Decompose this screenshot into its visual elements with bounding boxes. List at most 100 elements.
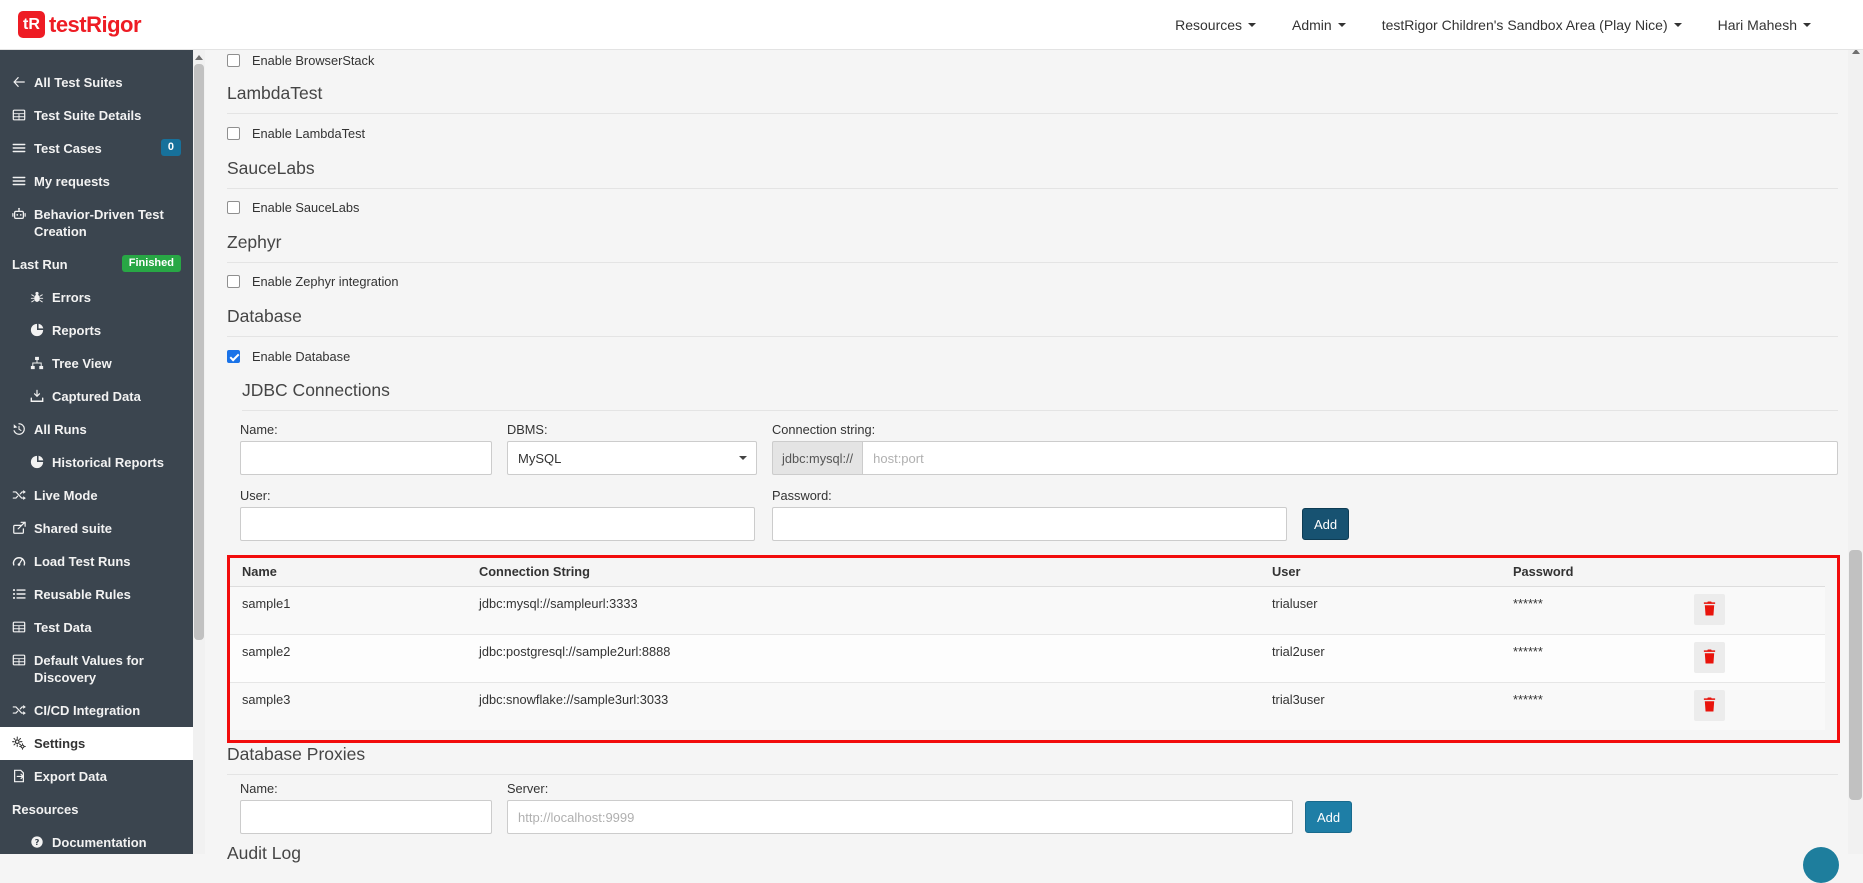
sidebar-item-export-data[interactable]: Export Data: [0, 760, 193, 793]
jdbc-dbms-select[interactable]: MySQL: [507, 441, 757, 475]
nav-resources[interactable]: Resources: [1175, 17, 1256, 33]
sidebar-item-errors[interactable]: Errors: [0, 281, 193, 314]
status-badge: Finished: [122, 255, 181, 272]
proxy-server-input[interactable]: [507, 800, 1293, 834]
content-scrollbar[interactable]: [193, 50, 205, 854]
scroll-up-icon[interactable]: [195, 55, 203, 60]
sidebar-item-test-cases[interactable]: Test Cases0: [0, 132, 193, 165]
nav-admin-label: Admin: [1292, 17, 1332, 33]
chevron-down-icon: [1674, 23, 1682, 27]
cell-connection: jdbc:postgresql://sample2url:8888: [465, 635, 1258, 683]
enable-database-checkbox[interactable]: [227, 350, 240, 363]
jdbc-password-label: Password:: [772, 488, 832, 503]
delete-connection-button[interactable]: [1694, 690, 1725, 721]
sidebar-item-resources[interactable]: Resources: [0, 793, 193, 826]
question-icon: ?: [30, 835, 44, 849]
proxy-add-button[interactable]: Add: [1305, 801, 1352, 833]
table-row: sample1jdbc:mysql://sampleurl:3333trialu…: [228, 587, 1825, 635]
shuffle-icon: [12, 488, 26, 502]
jdbc-add-button[interactable]: Add: [1302, 508, 1349, 540]
sidebar-item-label: Test Data: [34, 619, 92, 636]
robot-icon: [12, 207, 26, 221]
sidebar-item-my-requests[interactable]: My requests: [0, 165, 193, 198]
gears-icon: [12, 736, 26, 750]
history-icon: [12, 422, 26, 436]
nav-user-menu[interactable]: Hari Mahesh: [1718, 17, 1811, 33]
section-heading-jdbc-connections: JDBC Connections: [242, 380, 1838, 411]
section-heading-database-proxies: Database Proxies: [227, 744, 1838, 775]
delete-connection-button[interactable]: [1694, 594, 1725, 625]
sidebar-item-load-test-runs[interactable]: Load Test Runs: [0, 545, 193, 578]
jdbc-name-input[interactable]: [240, 441, 492, 475]
table-row: sample3jdbc:snowflake://sample3url:3033t…: [228, 683, 1825, 731]
proxy-name-label: Name:: [240, 781, 278, 796]
status-badge: 0: [161, 139, 181, 156]
sidebar-item-label: Reusable Rules: [34, 586, 131, 603]
sidebar-item-ci-cd-integration[interactable]: CI/CD Integration: [0, 694, 193, 727]
sidebar-item-last-run[interactable]: Last RunFinished: [0, 248, 193, 281]
window-scrollbar-thumb[interactable]: [1849, 550, 1862, 800]
nav-workspace-label: testRigor Children's Sandbox Area (Play …: [1382, 17, 1668, 33]
column-header-name: Name: [228, 557, 465, 587]
sidebar-item-all-test-suites[interactable]: All Test Suites: [0, 66, 193, 99]
cell-user: trial2user: [1258, 635, 1499, 683]
chevron-down-icon: [739, 456, 747, 460]
sidebar-item-live-mode[interactable]: Live Mode: [0, 479, 193, 512]
proxy-name-input[interactable]: [240, 800, 492, 834]
table-icon: [12, 653, 26, 667]
content-scrollbar-thumb[interactable]: [194, 64, 204, 640]
sidebar-item-historical-reports[interactable]: Historical Reports: [0, 446, 193, 479]
enable-lambdatest-row: Enable LambdaTest: [227, 126, 365, 141]
window-scrollbar[interactable]: [1848, 44, 1863, 854]
sidebar-item-reports[interactable]: Reports: [0, 314, 193, 347]
list-ul-icon: [12, 587, 26, 601]
sidebar-item-tree-view[interactable]: Tree View: [0, 347, 193, 380]
sidebar-item-reusable-rules[interactable]: Reusable Rules: [0, 578, 193, 611]
sidebar-item-label: Documentation: [52, 834, 147, 851]
trash-icon: [1702, 697, 1717, 715]
enable-zephyr-checkbox[interactable]: [227, 275, 240, 288]
sidebar-item-captured-data[interactable]: Captured Data: [0, 380, 193, 413]
jdbc-dbms-select-wrap: MySQL: [507, 441, 757, 475]
enable-browserstack-checkbox[interactable]: [227, 54, 240, 67]
sidebar-item-default-values-for-discovery[interactable]: Default Values for Discovery: [0, 644, 193, 694]
delete-connection-button[interactable]: [1694, 642, 1725, 673]
sidebar-item-label: Captured Data: [52, 388, 141, 405]
gauge-icon: [12, 554, 26, 568]
sidebar-item-test-suite-details[interactable]: Test Suite Details: [0, 99, 193, 132]
jdbc-connection-string-input[interactable]: [862, 441, 1838, 475]
arrow-left-icon: [12, 75, 26, 89]
column-header-user: User: [1258, 557, 1499, 587]
testrigor-logo[interactable]: tR testRigor: [18, 11, 141, 38]
enable-lambdatest-checkbox[interactable]: [227, 127, 240, 140]
nav-workspace[interactable]: testRigor Children's Sandbox Area (Play …: [1382, 17, 1682, 33]
sidebar-item-settings[interactable]: Settings: [0, 727, 193, 760]
jdbc-password-input[interactable]: [772, 507, 1287, 541]
enable-browserstack-row: Enable BrowserStack: [227, 53, 374, 68]
cell-name: sample3: [228, 683, 465, 731]
chevron-down-icon: [1248, 23, 1256, 27]
jdbc-user-input[interactable]: [240, 507, 755, 541]
download-icon: [30, 389, 44, 403]
sidebar-item-label: Shared suite: [34, 520, 112, 537]
enable-database-label: Enable Database: [252, 349, 350, 364]
enable-saucelabs-checkbox[interactable]: [227, 201, 240, 214]
sitemap-icon: [30, 356, 44, 370]
table-icon: [12, 108, 26, 122]
nav-admin[interactable]: Admin: [1292, 17, 1346, 33]
table-row: sample2jdbc:postgresql://sample2url:8888…: [228, 635, 1825, 683]
sidebar-item-test-data[interactable]: Test Data: [0, 611, 193, 644]
sidebar-item-behavior-driven-test-creation[interactable]: Behavior-Driven Test Creation: [0, 198, 193, 248]
enable-zephyr-label: Enable Zephyr integration: [252, 274, 399, 289]
sidebar-item-documentation[interactable]: ? Documentation: [0, 826, 193, 859]
enable-zephyr-row: Enable Zephyr integration: [227, 274, 399, 289]
sidebar-item-label: My requests: [34, 173, 110, 190]
help-widget-button[interactable]: [1803, 847, 1839, 883]
cell-name: sample2: [228, 635, 465, 683]
pie-icon: [30, 323, 44, 337]
sidebar-item-all-runs[interactable]: All Runs: [0, 413, 193, 446]
cell-password: ******: [1499, 635, 1680, 683]
table-icon: [12, 620, 26, 634]
sidebar-item-shared-suite[interactable]: Shared suite: [0, 512, 193, 545]
column-header-actions: [1680, 557, 1825, 587]
